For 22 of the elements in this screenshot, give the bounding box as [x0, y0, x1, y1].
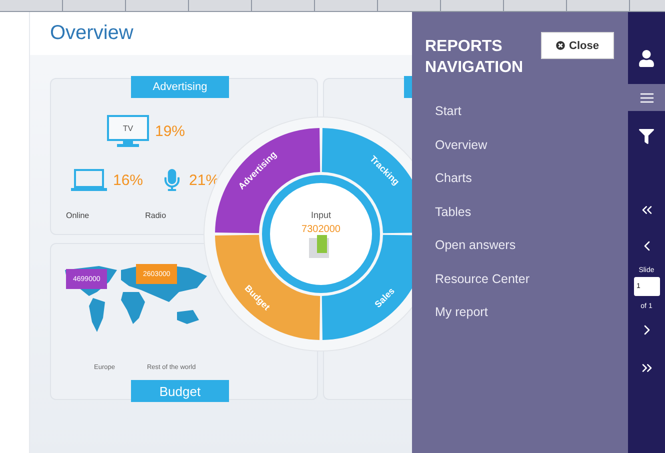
nav-item[interactable]: Tables — [435, 196, 472, 229]
panel-title: REPORTS NAVIGATION — [425, 37, 524, 78]
percentage: 16% — [113, 172, 144, 188]
percentage: 19% — [155, 122, 186, 140]
laptop-icon — [71, 169, 107, 191]
card-ribbon: Advertising — [131, 76, 229, 98]
filter-icon — [639, 129, 654, 144]
media-label: Online — [66, 211, 90, 220]
menu-tool-button[interactable] — [628, 84, 665, 111]
nav-item[interactable]: Resource Center — [435, 262, 530, 296]
close-button[interactable]: Close — [541, 32, 614, 59]
nav-item[interactable]: Overview — [435, 128, 488, 162]
nav-item[interactable]: My report — [435, 296, 488, 330]
card-ribbon: Budget — [131, 380, 229, 402]
nav-item[interactable]: Start — [435, 95, 462, 128]
page-title: Overview — [50, 22, 134, 46]
nav-item[interactable]: Open answers — [435, 229, 516, 262]
nav-item[interactable]: Charts — [435, 162, 472, 196]
media-label: Radio — [145, 211, 166, 220]
user-icon — [638, 50, 655, 67]
tv-label: TV — [122, 124, 134, 133]
close-icon — [556, 41, 566, 50]
